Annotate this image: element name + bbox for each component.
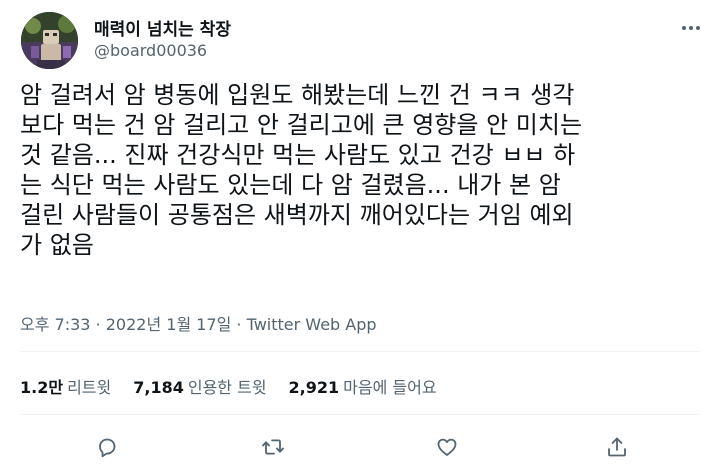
share-icon <box>608 437 626 457</box>
divider <box>20 351 700 352</box>
display-name[interactable]: 매력이 넘치는 착장 <box>94 15 231 40</box>
tweet-text-line: 것 같음... 진짜 건강식만 먹는 사람도 있고 건강 ㅂㅂ 하 <box>20 141 576 169</box>
tweet-time[interactable]: 오후 7:33 <box>20 315 90 334</box>
share-button[interactable] <box>603 433 631 461</box>
tweet-text: 암 걸려서 암 병동에 입원도 해봤는데 느낀 건 ㅋㅋ 생각 보다 먹는 건 … <box>20 80 710 260</box>
retweet-icon <box>262 439 284 455</box>
tweet-source[interactable]: Twitter Web App <box>247 315 377 334</box>
tweet-text-line: 암 걸려서 암 병동에 입원도 해봤는데 느낀 건 ㅋㅋ 생각 <box>20 81 575 109</box>
retweets-stat[interactable]: 1.2만 리트윗 <box>20 374 111 398</box>
likes-label: 마음에 들어요 <box>343 378 437 397</box>
like-button[interactable] <box>433 433 461 461</box>
quotes-count: 7,184 <box>133 378 184 397</box>
retweets-count: 1.2만 <box>20 378 64 397</box>
tweet-date[interactable]: 2022년 1월 17일 <box>106 315 232 334</box>
avatar[interactable] <box>21 12 78 69</box>
meta-separator: · <box>90 315 106 334</box>
retweets-label: 리트윗 <box>67 378 112 397</box>
heart-icon <box>437 438 457 456</box>
tweet-stats: 1.2만 리트윗 7,184 인용한 트윗 2,921 마음에 들어요 <box>20 374 437 398</box>
tweet-text-line: 걸린 사람들이 공통점은 새벽까지 깨어있다는 거임 예외 <box>20 201 574 229</box>
tweet-text-line: 보다 먹는 건 암 걸리고 안 걸리고에 큰 영향을 안 미치는 <box>20 111 583 139</box>
quotes-stat[interactable]: 7,184 인용한 트윗 <box>133 374 266 398</box>
tweet-meta: 오후 7:33 · 2022년 1월 17일 · Twitter Web App <box>20 311 377 335</box>
meta-separator: · <box>231 315 247 334</box>
tweet-text-line: 는 식단 먹는 사람도 있는데 다 암 걸렸음... 내가 본 암 <box>20 171 561 199</box>
likes-count: 2,921 <box>288 378 340 397</box>
user-handle[interactable]: @board00036 <box>94 41 207 60</box>
quotes-label: 인용한 트윗 <box>187 378 267 397</box>
divider <box>20 414 700 415</box>
likes-stat[interactable]: 2,921 마음에 들어요 <box>289 374 437 398</box>
avatar-image <box>21 12 78 69</box>
tweet-text-line: 가 없음 <box>20 231 94 259</box>
retweet-button[interactable] <box>259 433 287 461</box>
reply-button[interactable] <box>93 433 121 461</box>
more-icon[interactable] <box>680 20 702 34</box>
reply-icon <box>99 438 116 458</box>
tweet-card: 매력이 넘치는 착장 @board00036 암 걸려서 암 병동에 입원도 해… <box>0 0 720 473</box>
